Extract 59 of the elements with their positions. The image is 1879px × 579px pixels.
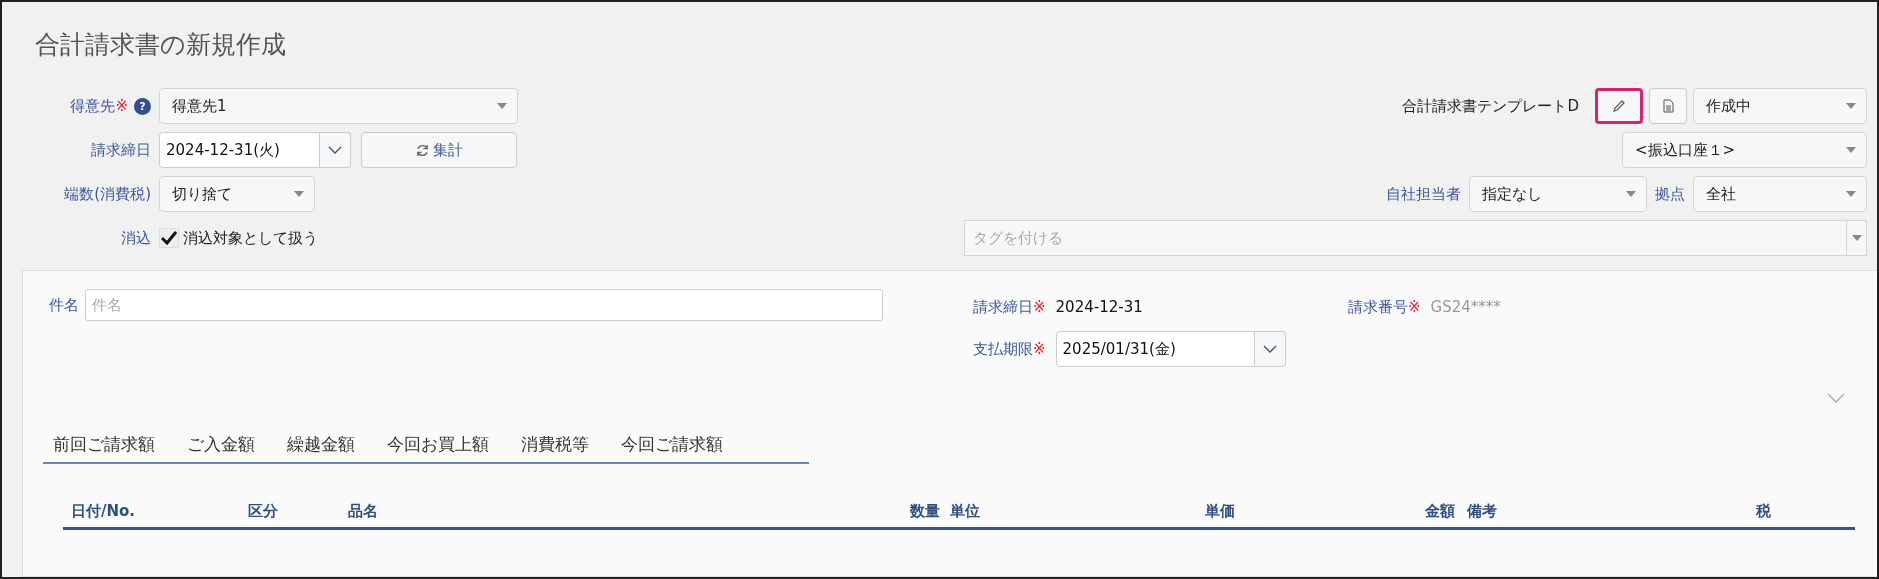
date-field[interactable]: 2024-12-31(火) (159, 132, 320, 168)
summary-tab[interactable]: 前回ご請求額 (43, 429, 165, 462)
field-label: 請求締日 (91, 140, 151, 160)
caret-icon (1846, 103, 1856, 109)
field-label: 件名 (49, 295, 79, 316)
chevron-icon (328, 146, 342, 154)
column-header: 単価 (1204, 502, 1235, 521)
field-label: 得意先※ (70, 96, 128, 116)
staff-select[interactable]: 指定なし (1469, 176, 1647, 212)
caret-icon (1846, 191, 1856, 197)
summary-tab[interactable]: 消費税等 (511, 429, 599, 462)
collapse-icon[interactable] (1827, 393, 1845, 403)
status-select[interactable]: 作成中 (1693, 88, 1867, 124)
column-header: 数量 (909, 502, 940, 521)
field-label: 請求締日※ (973, 297, 1046, 318)
field-label: 端数(消費税) (64, 184, 151, 204)
checkbox-label: 消込対象として扱う (183, 228, 318, 248)
summary-tab[interactable]: 今回ご請求額 (611, 429, 733, 462)
aggregate-button[interactable]: 集計 (361, 132, 517, 168)
caret-icon (497, 103, 507, 109)
field-label: 自社担当者 (1386, 184, 1461, 204)
template-name: 合計請求書テンプレートD (1402, 96, 1579, 116)
field-label: 請求番号※ (1348, 297, 1421, 318)
caret-icon (1846, 147, 1856, 153)
date-picker-button[interactable] (1254, 331, 1286, 367)
subject-field[interactable]: 件名 (85, 289, 883, 321)
field-label: 消込 (121, 228, 151, 248)
field-label: 支払期限※ (973, 339, 1046, 360)
caret-icon (1851, 235, 1862, 241)
invoice-number-value: GS24**** (1430, 298, 1501, 316)
page-title: 合計請求書の新規作成 (34, 29, 287, 61)
column-header: 金額 (1424, 502, 1455, 521)
document-icon (1662, 99, 1674, 113)
summary-tab[interactable]: 繰越金額 (277, 429, 365, 462)
field-label: 拠点 (1655, 184, 1685, 204)
branch-select[interactable]: 全社 (1693, 176, 1867, 212)
column-header: 日付/No. (71, 502, 137, 521)
due-date-field[interactable]: 2025/01/31(金) (1055, 331, 1255, 367)
help-icon[interactable]: ? (134, 97, 151, 115)
column-header: 単位 (949, 502, 981, 521)
refresh-icon (415, 143, 429, 157)
column-header: 備考 (1465, 502, 1498, 521)
summary-tab[interactable]: 今回お買上額 (377, 429, 499, 462)
rounding-select[interactable]: 切り捨て (159, 176, 315, 212)
customer-select[interactable]: 得意先1 (159, 88, 518, 124)
edit-button[interactable] (1595, 88, 1643, 124)
date-picker-button[interactable] (320, 132, 351, 168)
checkbox[interactable] (159, 228, 179, 248)
account-select[interactable]: <振込口座１> (1622, 132, 1867, 168)
closing-date-value: 2024-12-31 (1055, 298, 1143, 316)
pencil-icon (1612, 99, 1626, 113)
column-header: 区分 (248, 502, 279, 521)
column-header: 税 (1754, 502, 1772, 521)
chevron-icon (1262, 345, 1277, 353)
summary-tab[interactable]: ご入金額 (177, 429, 265, 462)
caret-icon (1626, 191, 1636, 197)
column-header: 品名 (348, 502, 379, 521)
caret-icon (294, 191, 304, 197)
document-button[interactable] (1649, 88, 1687, 124)
